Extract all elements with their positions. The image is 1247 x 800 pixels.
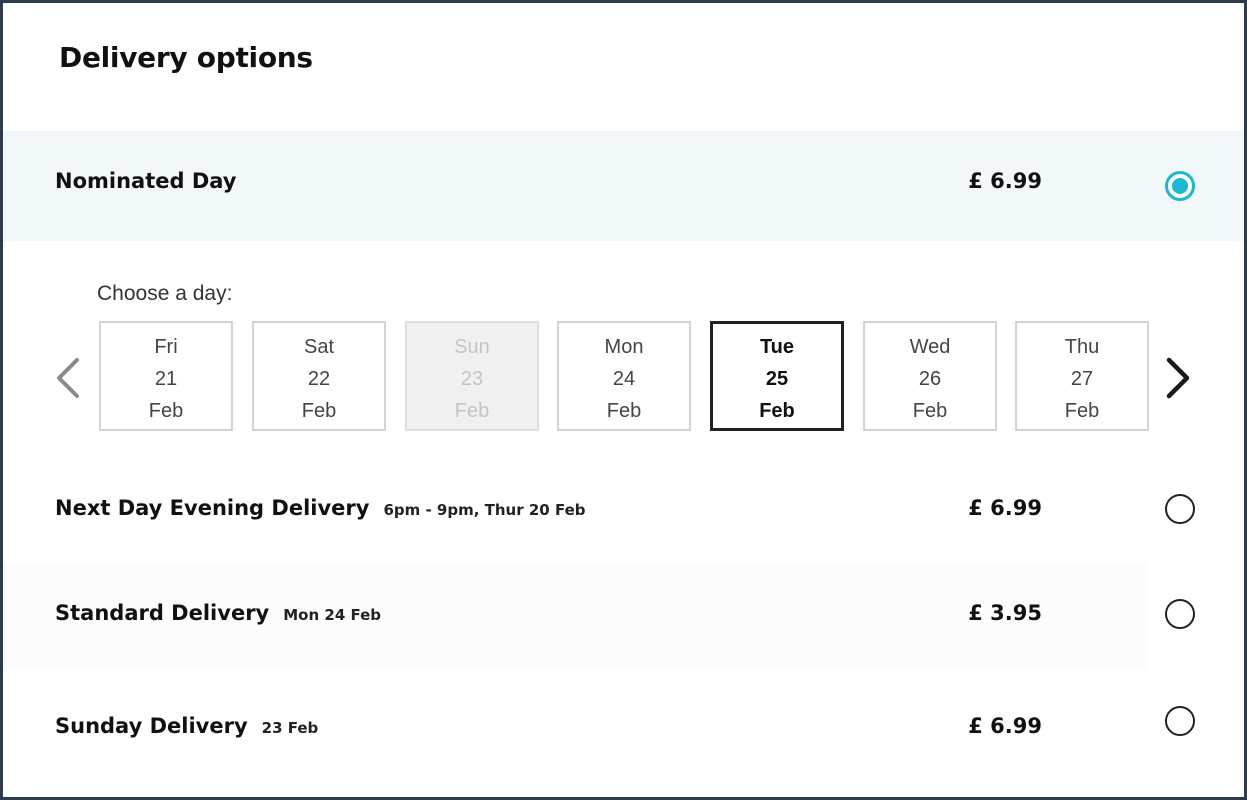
day-date: 26 (918, 368, 942, 390)
choose-day-label: Choose a day: (97, 282, 233, 305)
day-name: Sun (454, 336, 490, 358)
day-month: Feb (148, 400, 184, 422)
chevron-right-icon[interactable] (1157, 348, 1197, 408)
day-date: 25 (765, 368, 789, 390)
day-month: Feb (759, 400, 795, 422)
option-name: Standard Delivery (55, 601, 270, 625)
day-cell-fri-21[interactable]: Fri 21 Feb (99, 321, 233, 431)
radio-selected-dot (1172, 178, 1188, 194)
radio-standard-delivery[interactable] (1165, 599, 1195, 629)
day-date: 23 (460, 368, 484, 390)
option-standard-delivery[interactable]: Standard Delivery Mon 24 Feb £ 3.95 (3, 578, 1244, 658)
option-name: Nominated Day (55, 169, 237, 193)
day-month: Feb (301, 400, 337, 422)
day-month: Feb (606, 400, 642, 422)
option-name-line: Sunday Delivery 23 Feb (55, 714, 318, 738)
day-cell-wed-26[interactable]: Wed 26 Feb (863, 321, 997, 431)
day-name: Tue (759, 336, 795, 358)
radio-sunday-delivery[interactable] (1165, 706, 1195, 736)
radio-next-day-evening[interactable] (1165, 494, 1195, 524)
option-price: £ 6.99 (968, 714, 1042, 738)
option-detail: Mon 24 Feb (283, 606, 382, 624)
day-date: 27 (1070, 368, 1094, 390)
day-month: Feb (912, 400, 948, 422)
option-nominated-day[interactable]: Nominated Day £ 6.99 (3, 131, 1244, 241)
day-name: Thu (1064, 336, 1100, 358)
option-name-line: Next Day Evening Delivery 6pm - 9pm, Thur… (55, 496, 586, 520)
day-date: 22 (307, 368, 331, 390)
day-cell-sat-22[interactable]: Sat 22 Feb (252, 321, 386, 431)
day-cell-tue-25-selected[interactable]: Tue 25 Feb (710, 321, 844, 431)
option-price: £ 6.99 (968, 496, 1042, 520)
option-detail: 6pm - 9pm, Thur 20 Feb (383, 501, 586, 519)
chevron-left-icon[interactable] (49, 348, 89, 408)
option-name-line: Standard Delivery Mon 24 Feb (55, 601, 381, 625)
option-price: £ 6.99 (968, 169, 1042, 193)
day-name: Fri (154, 336, 178, 358)
day-date: 21 (154, 368, 178, 390)
option-price: £ 3.95 (968, 601, 1042, 625)
radio-nominated-day[interactable] (1165, 171, 1195, 201)
option-sunday-delivery[interactable]: Sunday Delivery 23 Feb £ 6.99 (3, 691, 1244, 771)
day-name: Sat (303, 336, 335, 358)
day-name: Mon (604, 336, 644, 358)
option-detail: 23 Feb (261, 719, 319, 737)
day-month: Feb (1064, 400, 1100, 422)
day-month: Feb (454, 400, 490, 422)
option-name: Next Day Evening Delivery (55, 496, 370, 520)
day-cell-sun-23-disabled: Sun 23 Feb (405, 321, 539, 431)
delivery-options-panel: Delivery options Nominated Day £ 6.99 Ch… (0, 0, 1247, 800)
day-cell-thu-27[interactable]: Thu 27 Feb (1015, 321, 1149, 431)
day-name: Wed (909, 336, 951, 358)
day-date: 24 (612, 368, 636, 390)
option-next-day-evening[interactable]: Next Day Evening Delivery 6pm - 9pm, Thur… (3, 473, 1244, 553)
day-cell-mon-24[interactable]: Mon 24 Feb (557, 321, 691, 431)
panel-title: Delivery options (59, 41, 313, 74)
option-name: Sunday Delivery (55, 714, 248, 738)
